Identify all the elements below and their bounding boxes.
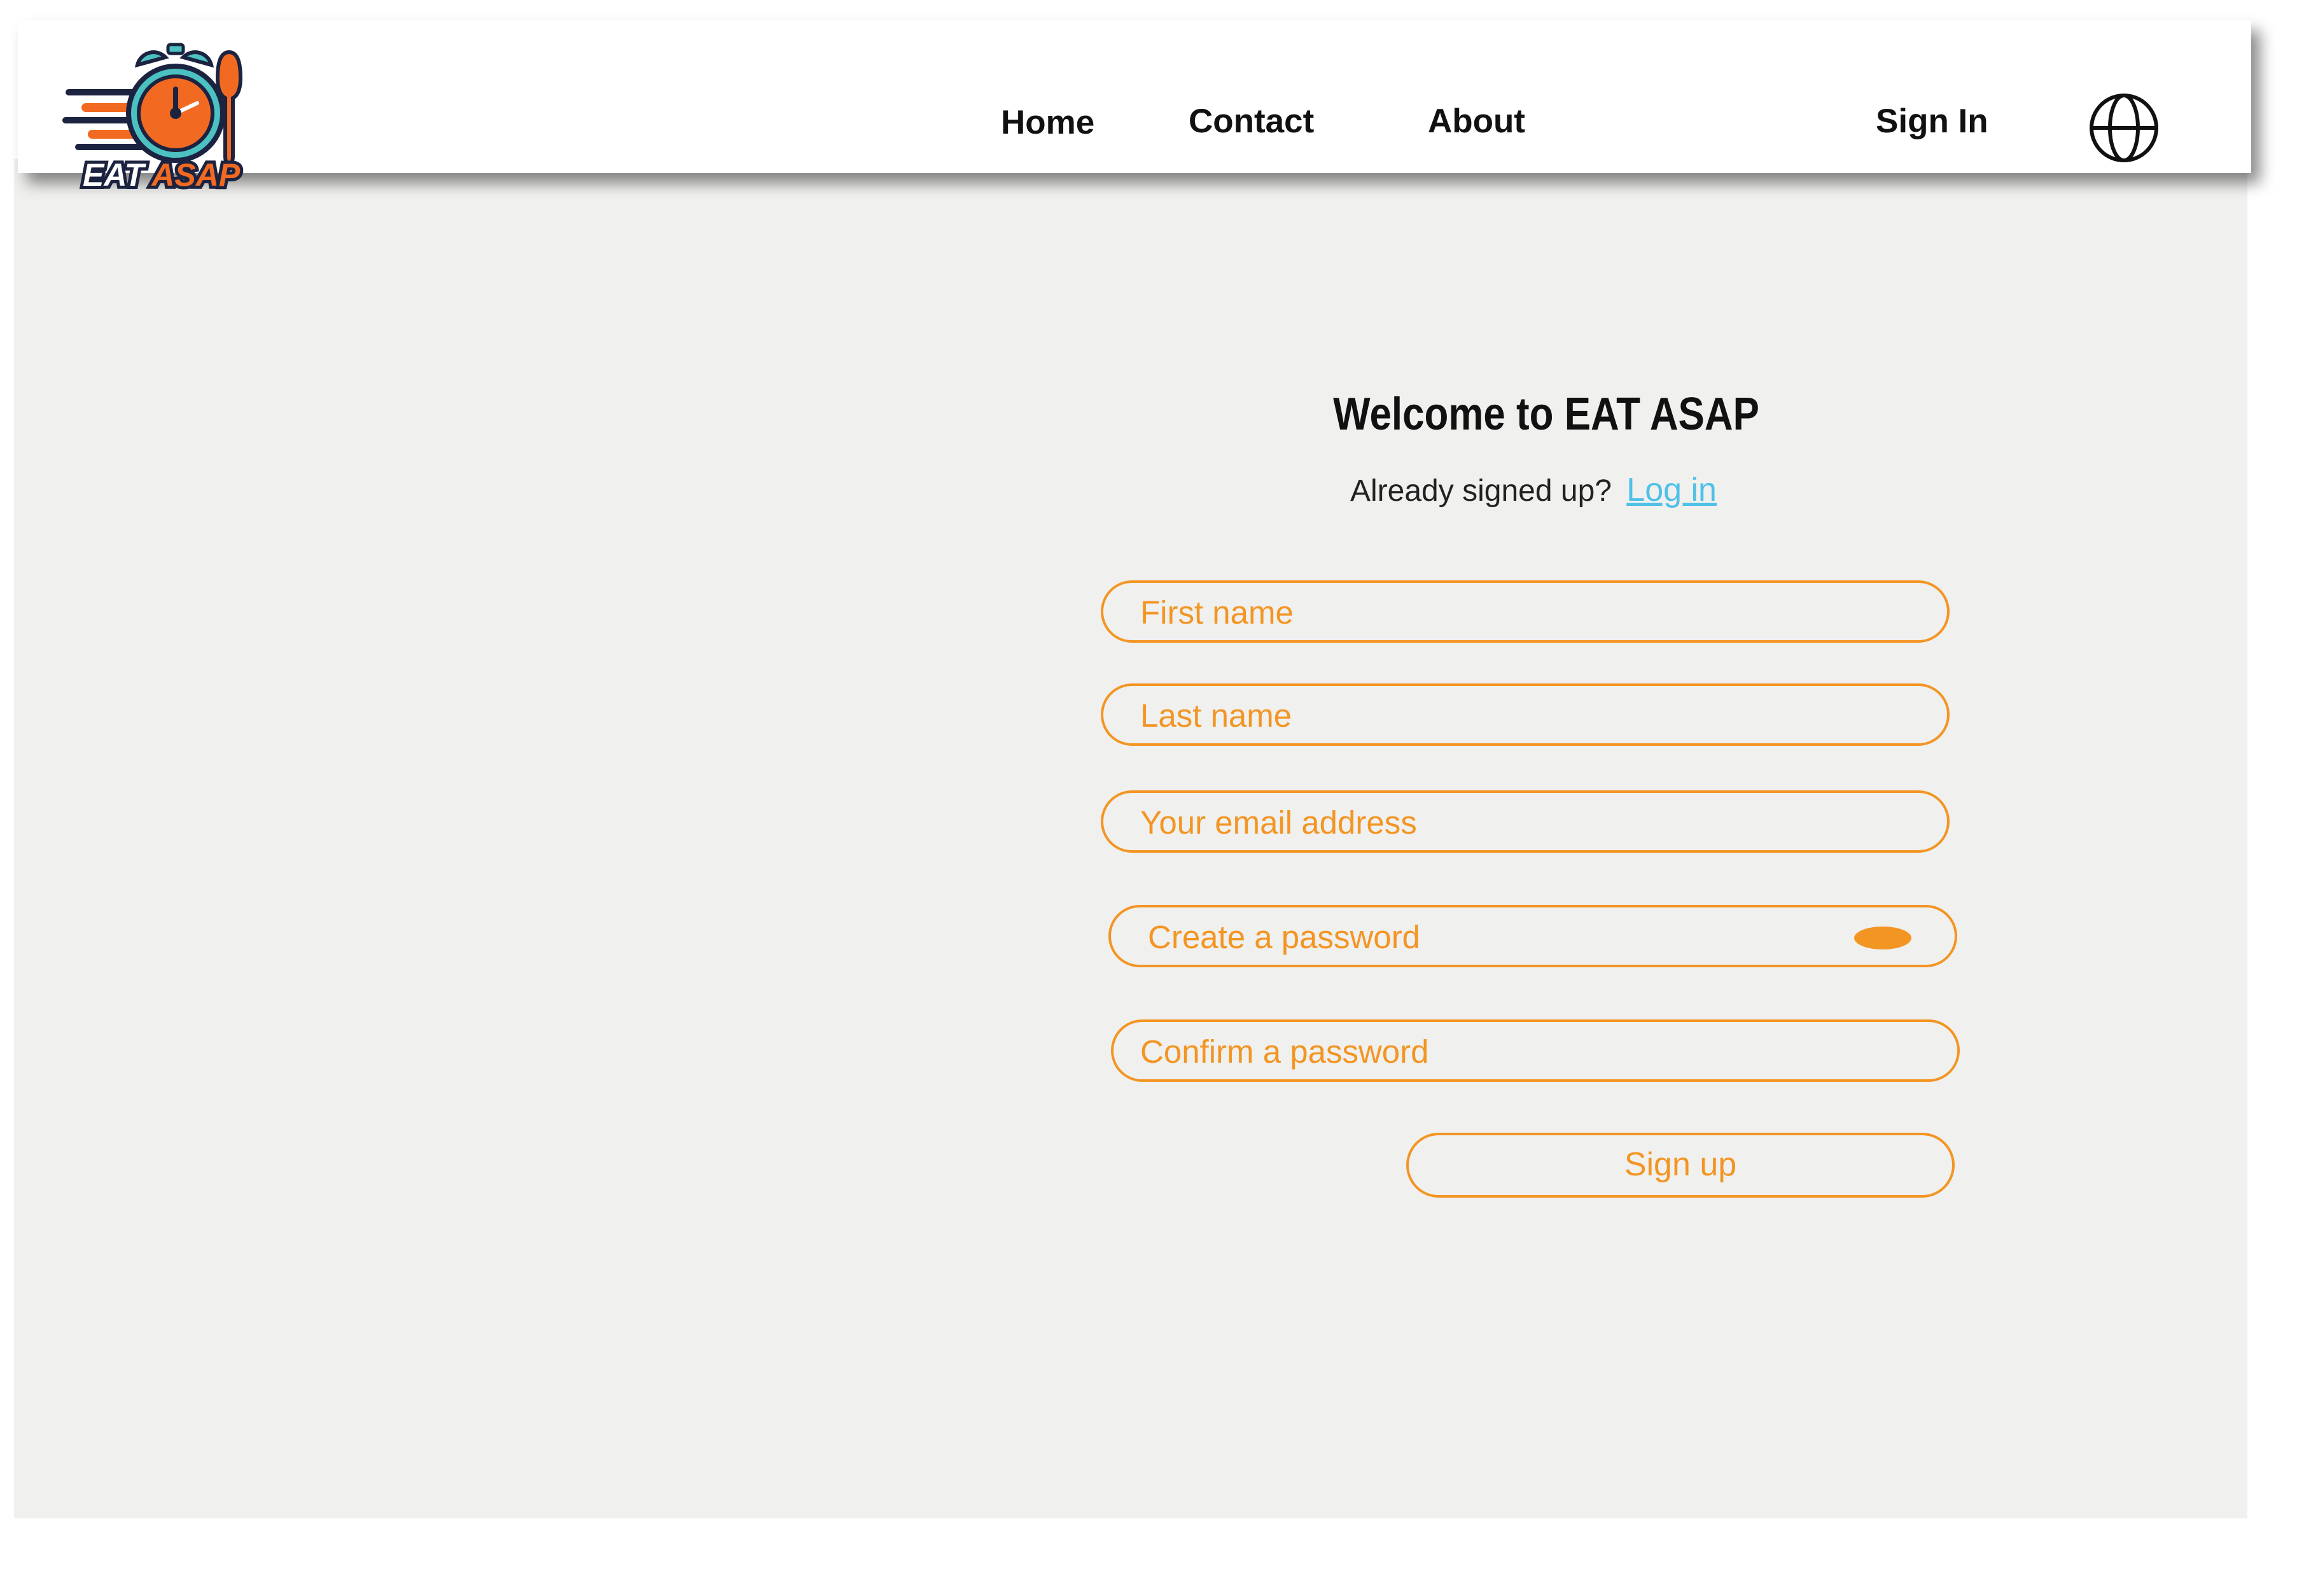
- top-navbar: EAT ASAP Home Contact About Sign In: [18, 20, 2251, 196]
- email-input[interactable]: [1139, 793, 1817, 851]
- first-name-input[interactable]: [1139, 583, 1817, 641]
- logo-wordmark: EAT ASAP: [83, 157, 241, 193]
- log-in-link[interactable]: Log in: [1626, 472, 1717, 508]
- create-password-field[interactable]: [1108, 905, 1957, 967]
- sign-up-button[interactable]: Sign up: [1406, 1133, 1955, 1198]
- logo-clock-fork-icon: EAT ASAP: [62, 43, 244, 196]
- eat-asap-logo[interactable]: EAT ASAP: [62, 38, 253, 197]
- nav-contact-link[interactable]: Contact: [1189, 102, 1314, 141]
- already-signed-up-label: Already signed up?: [1350, 474, 1612, 508]
- last-name-input[interactable]: [1139, 686, 1817, 745]
- last-name-field[interactable]: [1101, 683, 1950, 746]
- confirm-password-field[interactable]: [1111, 1019, 1960, 1082]
- first-name-field[interactable]: [1101, 580, 1950, 643]
- eye-toggle-icon[interactable]: [1854, 927, 1911, 949]
- nav-home-link[interactable]: Home: [1001, 103, 1094, 142]
- nav-about-link[interactable]: About: [1428, 102, 1525, 141]
- globe-icon[interactable]: [2088, 92, 2160, 164]
- sign-in-link[interactable]: Sign In: [1876, 102, 1988, 141]
- email-field[interactable]: [1101, 790, 1950, 853]
- confirm-password-input[interactable]: [1139, 1022, 1817, 1081]
- create-password-input[interactable]: [1147, 907, 1824, 966]
- already-signed-up-text: Already signed up? Log in: [1350, 471, 1717, 509]
- welcome-title: Welcome to EAT ASAP: [1333, 389, 1759, 440]
